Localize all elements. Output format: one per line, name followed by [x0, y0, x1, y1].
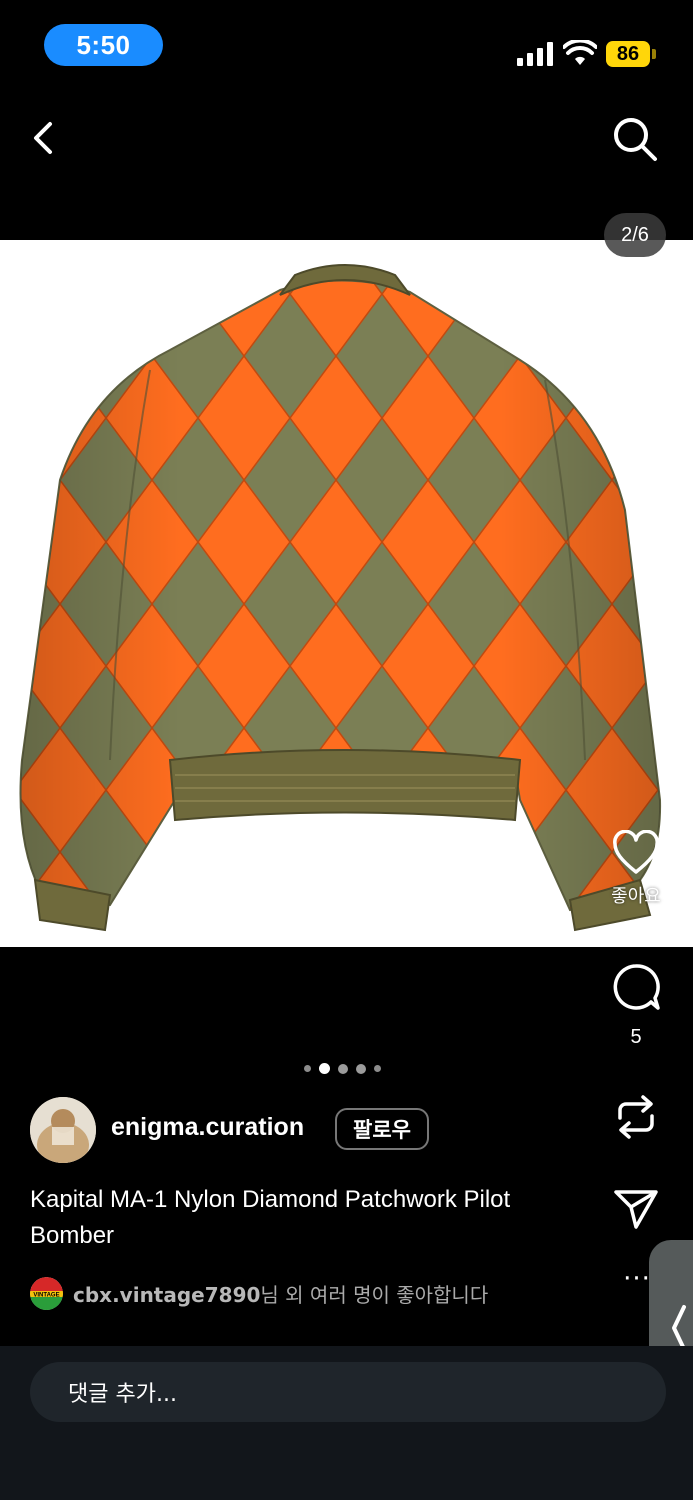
liked-by-row[interactable]: VINTAGE cbx.vintage7890님 외 여러 명이 좋아합니다: [30, 1277, 488, 1310]
liked-by-text: cbx.vintage7890님 외 여러 명이 좋아합니다: [73, 1279, 488, 1308]
heart-icon: [613, 830, 659, 874]
repost-icon: [618, 1095, 654, 1139]
liker-avatar-text: VINTAGE: [33, 1293, 59, 1299]
battery-cap: [652, 49, 656, 59]
comment-count: 5: [630, 1026, 642, 1048]
comment-input[interactable]: 댓글 추가...: [30, 1362, 666, 1422]
repost-button[interactable]: [612, 1092, 660, 1142]
avatar-image: [30, 1097, 96, 1163]
jacket-illustration: [19, 264, 662, 932]
carousel-dot: [304, 1065, 311, 1072]
wifi-icon: [563, 40, 597, 65]
share-button[interactable]: [612, 1188, 660, 1230]
carousel-dot: [374, 1065, 381, 1072]
cellular-signal-icon: [517, 42, 555, 66]
carousel-dot-active: [319, 1063, 330, 1074]
image-counter-badge: 2/6: [604, 213, 666, 257]
liker-avatar: VINTAGE: [30, 1277, 63, 1310]
battery-indicator: 86: [606, 41, 650, 67]
author-username[interactable]: enigma.curation: [111, 1113, 304, 1142]
like-button[interactable]: 좋아요: [606, 830, 666, 908]
vintage-logo: VINTAGE: [30, 1277, 63, 1310]
post-caption: Kapital MA-1 Nylon Diamond Patchwork Pil…: [30, 1186, 511, 1249]
carousel-indicator: [304, 1063, 381, 1074]
comment-bubble-icon: [613, 964, 660, 1010]
search-icon[interactable]: [612, 116, 658, 162]
author-avatar[interactable]: [30, 1097, 96, 1163]
follow-button[interactable]: 팔로우: [335, 1108, 429, 1150]
comment-button[interactable]: 5: [610, 962, 662, 1049]
post-image[interactable]: [0, 240, 693, 947]
back-chevron-icon[interactable]: [28, 118, 62, 158]
carousel-dot: [338, 1063, 348, 1074]
like-label: 좋아요: [611, 886, 661, 907]
send-icon: [614, 1190, 658, 1229]
status-time: 5:50: [44, 24, 163, 66]
liked-by-suffix: 님 외 여러 명이 좋아합니다: [260, 1283, 489, 1307]
carousel-dot: [356, 1063, 366, 1074]
liked-by-username[interactable]: cbx.vintage7890: [73, 1283, 260, 1307]
